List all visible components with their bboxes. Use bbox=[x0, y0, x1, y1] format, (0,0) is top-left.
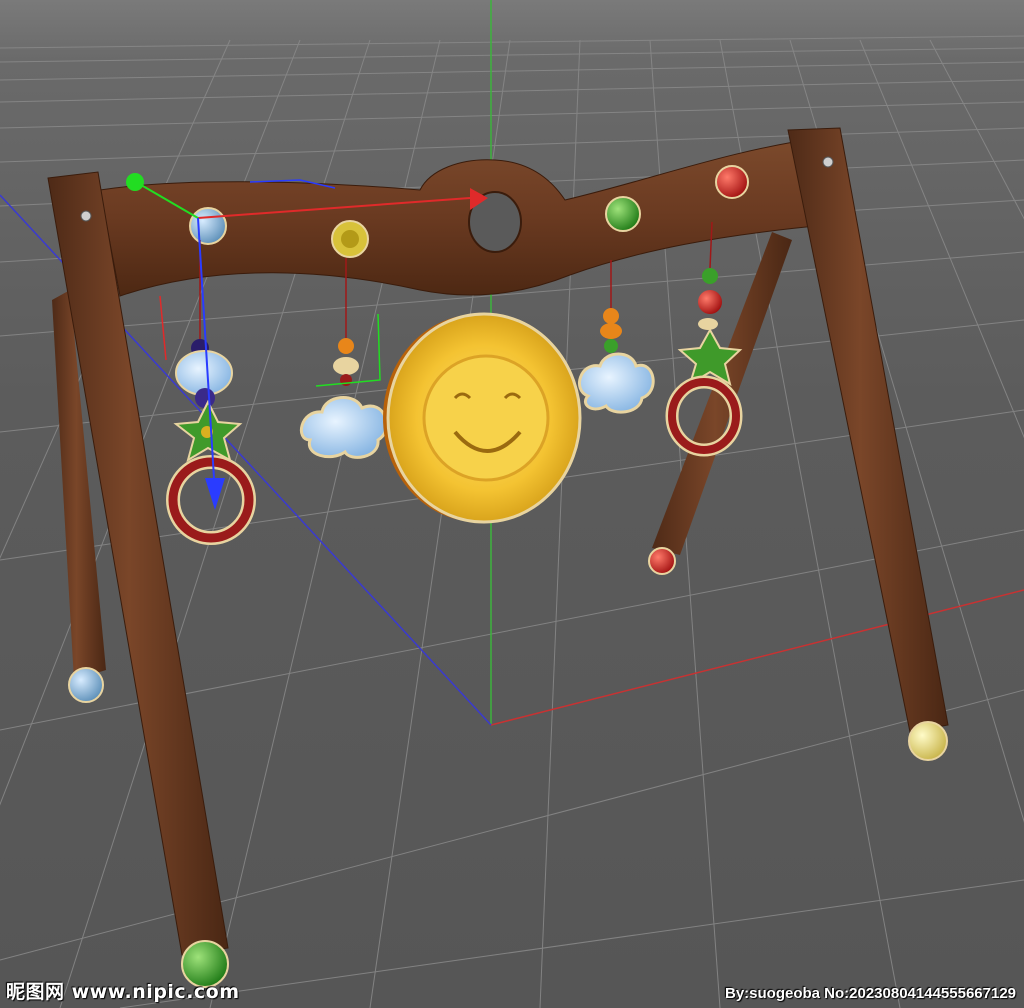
3d-viewport[interactable]: 昵图网 www.nipic.com By:suogeoba No:2023080… bbox=[0, 0, 1024, 1008]
medallion-ladybug bbox=[715, 165, 749, 199]
foot-yellow bbox=[908, 721, 948, 761]
front-right-leg bbox=[787, 127, 949, 733]
sun-toy bbox=[383, 312, 582, 524]
foot-blue bbox=[68, 667, 104, 703]
bolt bbox=[822, 156, 834, 168]
medallion-blue bbox=[189, 207, 227, 245]
bolt bbox=[80, 210, 92, 222]
watermark-site: 昵图网 www.nipic.com bbox=[6, 981, 240, 1003]
foot-red bbox=[648, 547, 676, 575]
medallion-green bbox=[605, 196, 641, 232]
watermark-credit: By:suogeoba No:20230804144555667129 bbox=[724, 985, 1016, 1002]
cloud-right bbox=[578, 308, 655, 414]
scene-canvas[interactable] bbox=[0, 0, 1024, 1008]
